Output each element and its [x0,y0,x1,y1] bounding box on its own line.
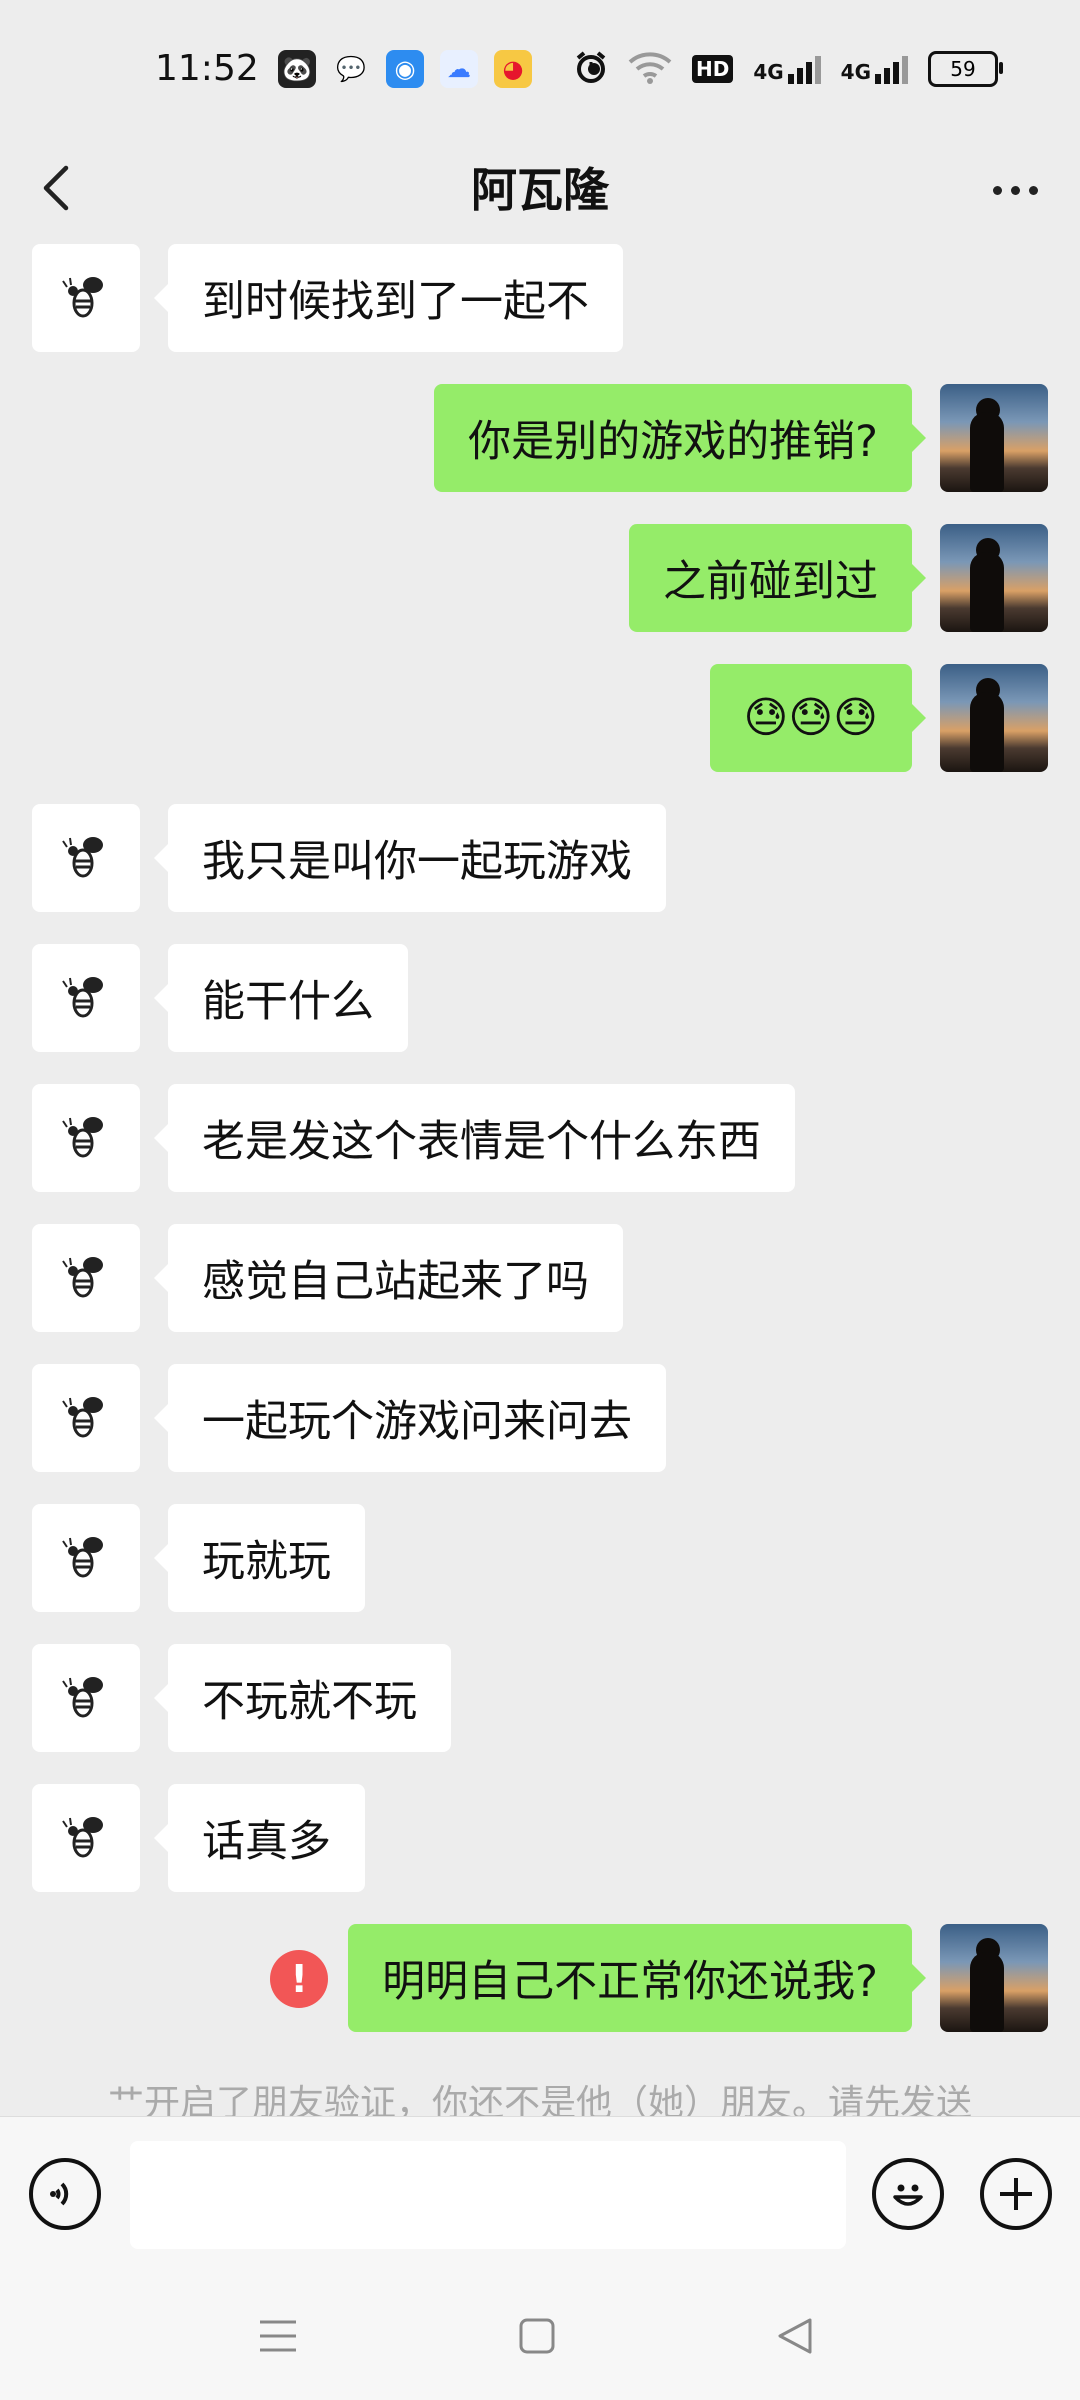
wechat-icon: 💬 [336,55,366,83]
received-message-bubble[interactable]: 玩就玩 [154,1504,365,1612]
menu-icon[interactable] [258,2316,298,2356]
hd-icon: HD [691,55,734,83]
message-row: 玩就玩 [0,1504,1080,1612]
message-row: 老是发这个表情是个什么东西 [0,1084,1080,1192]
weibo-icon: ◕ [494,50,532,88]
back-nav-icon[interactable] [774,2316,814,2356]
received-message-bubble[interactable]: 感觉自己站起来了吗 [154,1224,623,1332]
message-row: 能干什么 [0,944,1080,1052]
message-row: 我只是叫你一起玩游戏 [0,804,1080,912]
baidu-netdisk-icon: ☁ [440,50,478,88]
received-message-bubble[interactable]: 到时候找到了一起不 [154,244,623,352]
more-dot [992,185,1002,195]
contact-avatar[interactable] [32,1224,140,1332]
emoji-button[interactable] [872,2158,944,2230]
input-bar [0,2116,1080,2277]
message-row: 话真多 [0,1784,1080,1892]
home-icon[interactable] [517,2316,557,2356]
alarm-icon [574,50,608,88]
friend-verification-notice: 艹开启了朋友验证，你还不是他（她）朋友。请先发送 [107,2083,972,2116]
bee-icon [62,1537,103,1578]
browser-app-icon: ◉ [386,50,424,88]
bee-icon [62,1397,103,1438]
sent-message-bubble[interactable]: 你是别的游戏的推销? [434,384,926,492]
message-row: 之前碰到过 [0,524,1080,632]
message-list[interactable]: 到时候找到了一起不你是别的游戏的推销? 之前碰到过 😓😓😓 我只是叫你一起玩游戏 能干什… [0,244,1080,2116]
contact-avatar[interactable] [32,944,140,1052]
more-functions-button[interactable] [980,2158,1052,2230]
network-type-2: 4G [840,60,871,84]
bee-icon [62,1117,103,1158]
more-options-button[interactable] [980,160,1050,220]
bee-icon [62,1817,103,1858]
battery-icon: 59 [928,51,1003,87]
voice-icon [50,2182,69,2206]
smile-icon [893,2184,923,2206]
contact-avatar[interactable] [32,244,140,352]
received-message-bubble[interactable]: 我只是叫你一起玩游戏 [154,804,666,912]
status-bar: 11:52 🐼 💬 ◉ ☁ ◕ HD 4G 4G 59 [0,0,1080,140]
message-row: 😓😓😓 [0,664,1080,772]
message-row: 一起玩个游戏问来问去 [0,1364,1080,1472]
message-input[interactable] [130,2141,846,2249]
status-time: 11:52 [155,48,259,89]
my-avatar[interactable] [940,664,1048,772]
message-row: 明明自己不正常你还说我?! [0,1924,1080,2032]
received-message-bubble[interactable]: 老是发这个表情是个什么东西 [154,1084,795,1192]
contact-avatar[interactable] [32,1784,140,1892]
contact-avatar[interactable] [32,804,140,912]
received-message-bubble[interactable]: 一起玩个游戏问来问去 [154,1364,666,1472]
bee-icon [62,837,103,878]
received-message-bubble[interactable]: 能干什么 [154,944,408,1052]
message-row: 感觉自己站起来了吗 [0,1224,1080,1332]
bee-icon [62,277,103,318]
chat-header: 阿瓦隆 [0,140,1080,244]
send-failed-icon[interactable]: ! [270,1950,329,2008]
bee-icon [62,1257,103,1298]
message-row: 到时候找到了一起不 [0,244,1080,352]
message-row: 你是别的游戏的推销? [0,384,1080,492]
contact-avatar[interactable] [32,1364,140,1472]
notification-icons: 🐼 💬 ◉ ☁ ◕ [278,50,600,88]
more-dot [1010,185,1020,195]
sent-message-bubble[interactable]: 之前碰到过 [629,524,926,632]
plus-icon [1000,2178,1032,2210]
system-status-icons: HD 4G 4G 59 [574,50,1003,88]
my-avatar[interactable] [940,524,1048,632]
signal-1-icon: 4G [753,54,821,84]
signal-2-icon: 4G [841,54,908,84]
bee-icon [62,977,103,1018]
bee-icon [62,1677,103,1718]
more-dot [1028,185,1038,195]
received-message-bubble[interactable]: 不玩就不玩 [154,1644,451,1752]
network-type-1: 4G [753,60,784,84]
received-message-bubble[interactable]: 话真多 [154,1784,365,1892]
message-row: 不玩就不玩 [0,1644,1080,1752]
my-avatar[interactable] [940,1924,1048,2032]
battery-level: 59 [950,57,976,81]
panda-app-icon: 🐼 [278,50,316,88]
contact-avatar[interactable] [32,1644,140,1752]
my-avatar[interactable] [940,384,1048,492]
voice-input-button[interactable] [29,2158,101,2230]
contact-avatar[interactable] [32,1084,140,1192]
sent-message-bubble[interactable]: 明明自己不正常你还说我? [348,1924,926,2032]
contact-avatar[interactable] [32,1504,140,1612]
chat-title: 阿瓦隆 [471,163,609,217]
wifi-icon [628,50,672,88]
system-navigation-bar [0,2276,1080,2400]
sent-message-bubble[interactable]: 😓😓😓 [709,664,927,772]
